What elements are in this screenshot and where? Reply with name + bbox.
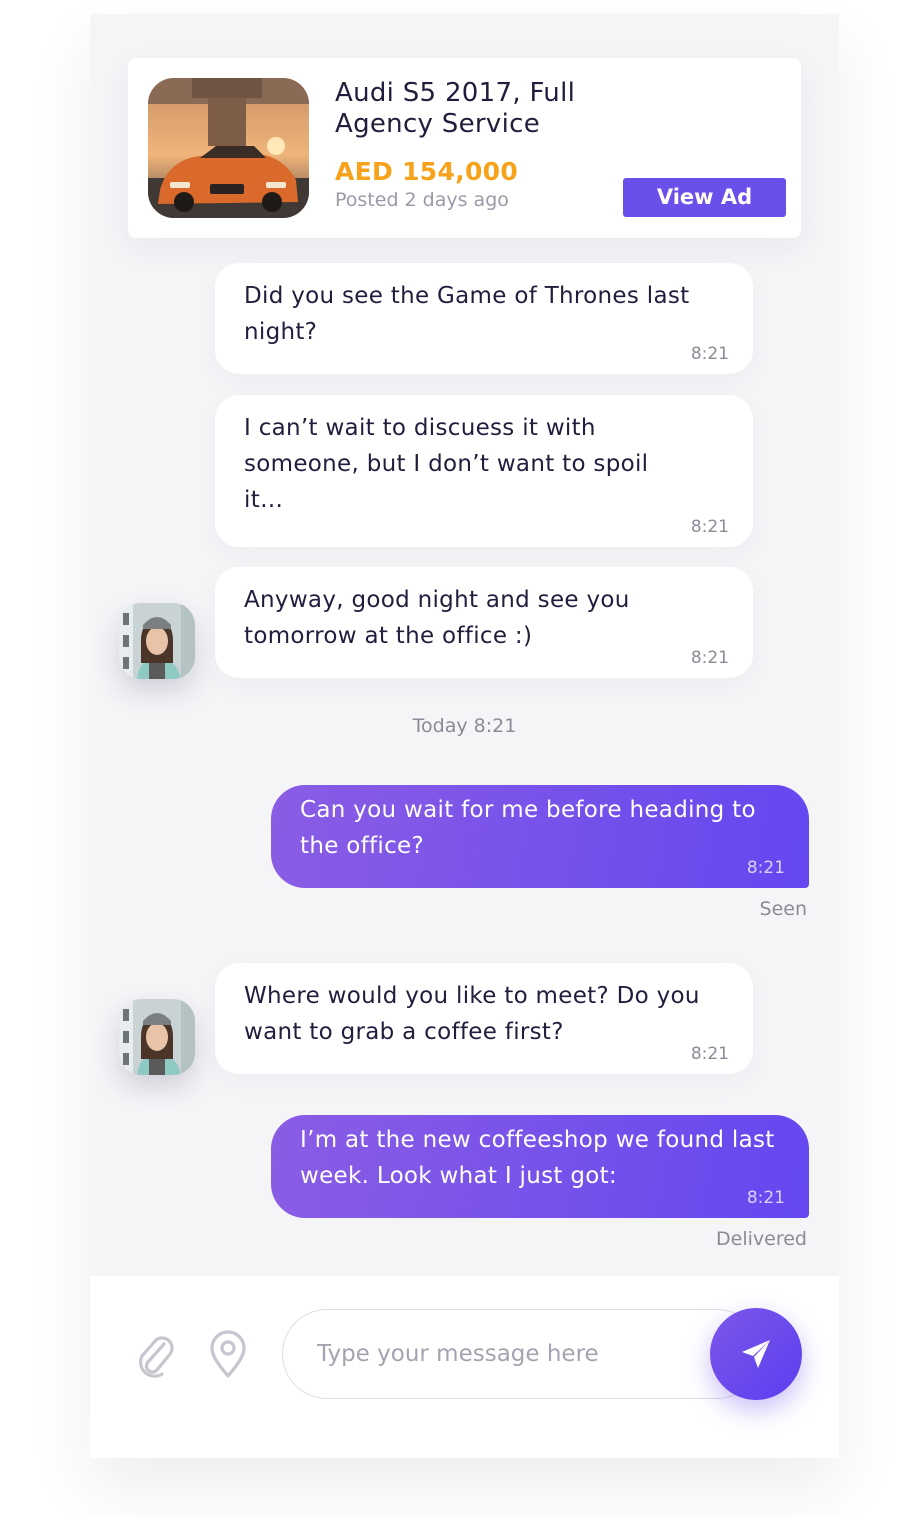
message-input[interactable] <box>282 1309 762 1399</box>
message-text: I’m at the new coffeeshop we found last … <box>300 1127 775 1189</box>
message-text: I can’t wait to discuess it with someone… <box>244 415 649 513</box>
message-bubble-incoming[interactable]: I can’t wait to discuess it with someone… <box>215 395 753 547</box>
view-ad-button[interactable]: View Ad <box>623 178 786 217</box>
message-bubble-outgoing[interactable]: I’m at the new coffeeshop we found last … <box>271 1115 809 1218</box>
message-text: Can you wait for me before heading to th… <box>300 797 756 859</box>
contact-avatar[interactable] <box>119 999 195 1075</box>
day-separator: Today 8:21 <box>412 715 517 737</box>
message-bubble-incoming[interactable]: Where would you like to meet? Do you wan… <box>215 963 753 1074</box>
ad-title: Audi S5 2017, Full Agency Service <box>335 78 576 139</box>
message-time: 8:21 <box>746 858 785 878</box>
paper-plane-icon <box>742 1340 770 1368</box>
chat-panel: Audi S5 2017, Full Agency Service AED 15… <box>90 14 839 1458</box>
paperclip-icon[interactable] <box>134 1330 178 1378</box>
send-button[interactable] <box>710 1308 802 1400</box>
ad-thumbnail[interactable] <box>148 78 309 218</box>
contact-avatar[interactable] <box>119 603 195 679</box>
message-composer <box>90 1276 839 1458</box>
message-time: 8:21 <box>690 1044 729 1064</box>
message-time: 8:21 <box>690 648 729 668</box>
message-time: 8:21 <box>746 1188 785 1208</box>
ad-card[interactable]: Audi S5 2017, Full Agency Service AED 15… <box>128 58 801 238</box>
message-time: 8:21 <box>690 344 729 364</box>
ad-posted-time: Posted 2 days ago <box>335 189 509 211</box>
message-bubble-incoming[interactable]: Anyway, good night and see you tomorrow … <box>215 567 753 678</box>
message-text: Anyway, good night and see you tomorrow … <box>244 587 630 649</box>
message-bubble-outgoing[interactable]: Can you wait for me before heading to th… <box>271 785 809 888</box>
message-text: Did you see the Game of Thrones last nig… <box>244 283 690 345</box>
message-status: Seen <box>759 898 807 920</box>
message-text: Where would you like to meet? Do you wan… <box>244 983 700 1045</box>
message-time: 8:21 <box>690 517 729 537</box>
ad-price: AED 154,000 <box>335 157 519 186</box>
message-status: Delivered <box>716 1228 807 1250</box>
message-bubble-incoming[interactable]: Did you see the Game of Thrones last nig… <box>215 263 753 374</box>
map-pin-icon[interactable] <box>206 1330 250 1378</box>
